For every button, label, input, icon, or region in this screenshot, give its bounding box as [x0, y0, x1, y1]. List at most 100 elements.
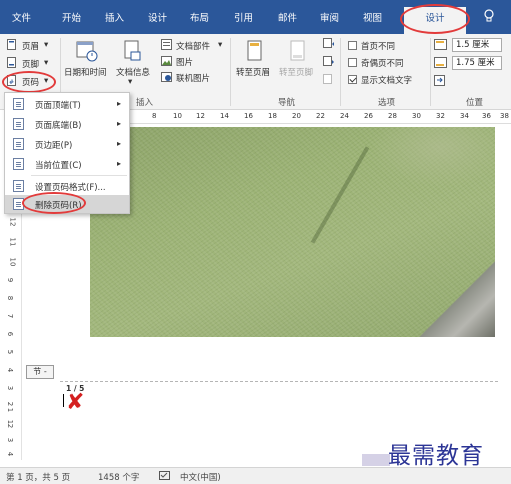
- ruler-tick-label: 10: [173, 112, 182, 120]
- chevron-right-icon: ▸: [116, 119, 121, 128]
- menu-item-top-of-page[interactable]: 页面顶端(T) ▸: [5, 95, 129, 113]
- ruler-tick-label: 26: [364, 112, 373, 120]
- status-word-count[interactable]: 1458 个字: [98, 471, 139, 483]
- document-info-button[interactable]: 文档信息: [116, 66, 150, 78]
- show-document-text-checkbox[interactable]: [348, 75, 357, 84]
- tab-mailings[interactable]: 邮件: [278, 10, 297, 24]
- menu-item-current-position[interactable]: 当前位置(C) ▸: [5, 155, 129, 173]
- goto-header-icon: [247, 40, 262, 61]
- goto-footer-icon: [290, 40, 305, 61]
- show-document-text-label: 显示文档文字: [361, 76, 413, 86]
- page-icon: [13, 98, 24, 110]
- ruler-tick-label: 28: [388, 112, 397, 120]
- ruler-tick-label: 18: [268, 112, 277, 120]
- status-page[interactable]: 第 1 页，共 5 页: [6, 471, 70, 483]
- tab-references[interactable]: 引用: [234, 10, 253, 24]
- group-divider: [340, 38, 341, 106]
- ruler-tick-label: 38: [500, 112, 509, 120]
- page-icon: [13, 118, 24, 130]
- tab-view[interactable]: 视图: [363, 10, 382, 24]
- ruler-tick-label: 3: [6, 437, 15, 443]
- group-label-insert: 插入: [136, 98, 154, 108]
- chevron-down-icon: ▾: [218, 40, 223, 50]
- tab-file[interactable]: 文件: [12, 10, 31, 24]
- footer-boundary: [60, 381, 498, 382]
- menu-item-label: 页面顶端(T): [35, 101, 81, 111]
- ruler-tick-label: 7: [6, 313, 15, 319]
- goto-header-button[interactable]: 转至页眉: [236, 66, 270, 78]
- ruler-tick-label: 2: [6, 423, 15, 429]
- ruler-tick-label: 11: [8, 237, 17, 247]
- ruler-tick-label: 16: [244, 112, 253, 120]
- insert-alignment-tab-icon[interactable]: [434, 75, 446, 87]
- tab-insert[interactable]: 插入: [105, 10, 124, 24]
- ruler-tick-label: 6: [6, 331, 15, 337]
- chevron-right-icon: ▸: [116, 99, 121, 108]
- group-divider: [430, 38, 431, 106]
- header-distance-input[interactable]: 1.5 厘米: [452, 38, 502, 52]
- next-section-icon[interactable]: [323, 56, 335, 67]
- ruler-tick-label: 3: [6, 385, 15, 391]
- annotation-circle: [400, 4, 470, 34]
- document-parts-button[interactable]: 文档部件: [176, 40, 210, 52]
- tab-review[interactable]: 审阅: [320, 10, 339, 24]
- link-to-previous-icon[interactable]: [323, 74, 335, 85]
- menu-item-label: 页面底端(B): [35, 121, 82, 131]
- tab-home[interactable]: 开始: [62, 10, 81, 24]
- online-picture-button[interactable]: 联机图片: [176, 72, 210, 84]
- menu-item-page-margins[interactable]: 页边距(P) ▸: [5, 135, 129, 153]
- ruler-tick-label: 4: [6, 451, 15, 457]
- annotation-circle: [2, 71, 56, 93]
- chevron-down-icon: ▾: [44, 58, 49, 68]
- document-info-icon: [124, 40, 141, 61]
- group-divider: [230, 38, 231, 106]
- chevron-right-icon: ▸: [116, 139, 121, 148]
- ribbon-tab-bar: 文件 开始 插入 设计 布局 引用 邮件 审阅 视图 设计: [0, 0, 511, 34]
- footer-distance-input[interactable]: 1.75 厘米: [452, 56, 502, 70]
- goto-footer-button[interactable]: 转至页脚: [279, 66, 313, 78]
- footer-button[interactable]: 页脚: [22, 58, 39, 70]
- ruler-tick-label: 32: [436, 112, 445, 120]
- chevron-down-icon: ▾: [44, 40, 49, 50]
- different-first-page-label: 首页不同: [361, 42, 396, 52]
- tab-layout[interactable]: 布局: [190, 10, 209, 24]
- different-odd-even-checkbox[interactable]: [348, 58, 357, 67]
- ruler-tick-label: 1: [6, 407, 15, 413]
- different-first-page-checkbox[interactable]: [348, 41, 357, 50]
- ruler-tick-label: 4: [6, 367, 15, 373]
- page-icon: [13, 158, 24, 170]
- footer-icon: [7, 57, 16, 68]
- footer-position-icon: [434, 57, 447, 68]
- ruler-tick-label: 20: [292, 112, 301, 120]
- ruler-tick-label: 2: [6, 401, 15, 407]
- horizontal-ruler[interactable]: 8 10 12 14 16 18 20 22 24 26 28 30 32 34…: [128, 110, 511, 124]
- red-x-mark-icon: ✘: [66, 390, 85, 415]
- menu-item-bottom-of-page[interactable]: 页面底端(B) ▸: [5, 115, 129, 133]
- calendar-clock-icon: [76, 41, 98, 62]
- grass-photo-image[interactable]: [90, 127, 495, 337]
- lightbulb-icon[interactable]: [484, 9, 494, 23]
- header-button[interactable]: 页眉: [22, 40, 39, 52]
- online-picture-icon: [161, 72, 172, 82]
- ruler-tick-label: 8: [152, 112, 157, 120]
- tab-design[interactable]: 设计: [148, 10, 167, 24]
- watermark-shade: [362, 454, 390, 466]
- text-cursor: [63, 394, 64, 407]
- menu-divider: [31, 175, 127, 176]
- proofing-icon[interactable]: [159, 471, 171, 481]
- document-parts-icon: [161, 39, 172, 50]
- ruler-tick-label: 34: [460, 112, 469, 120]
- group-label-options: 选项: [378, 98, 396, 108]
- picture-icon: [161, 56, 172, 66]
- watermark-text: 最需教育: [388, 443, 484, 469]
- status-language[interactable]: 中文(中国): [180, 471, 221, 483]
- group-label-navigation: 导航: [278, 98, 296, 108]
- section-tag: 节 -: [26, 365, 54, 379]
- ruler-tick-label: 5: [6, 349, 15, 355]
- chevron-right-icon: ▸: [116, 159, 121, 168]
- group-label-position: 位置: [466, 98, 484, 108]
- previous-section-icon[interactable]: [323, 38, 335, 49]
- date-time-button[interactable]: 日期和时间: [64, 66, 107, 78]
- picture-button[interactable]: 图片: [176, 56, 193, 68]
- ruler-tick-label: 36: [482, 112, 491, 120]
